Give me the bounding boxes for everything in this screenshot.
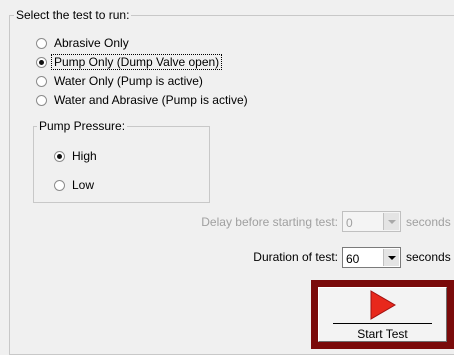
radio-water-and-abrasive[interactable]: Water and Abrasive (Pump is active) <box>36 92 248 108</box>
radio-label: Water Only (Pump is active) <box>54 74 203 88</box>
duration-value: 60 <box>346 252 360 266</box>
radio-button-icon[interactable] <box>36 75 47 87</box>
radio-label: Abrasive Only <box>54 36 129 50</box>
radio-label: High <box>72 149 97 163</box>
radio-button-icon[interactable] <box>54 179 65 191</box>
radio-button-selected-icon[interactable] <box>36 56 47 68</box>
chevron-down-icon[interactable] <box>383 249 399 266</box>
radio-pump-only[interactable]: Pump Only (Dump Valve open) <box>36 54 223 70</box>
radio-water-only[interactable]: Water Only (Pump is active) <box>36 73 203 89</box>
chevron-down-icon[interactable] <box>383 213 399 230</box>
radio-label: Water and Abrasive (Pump is active) <box>54 93 248 107</box>
radio-pressure-low[interactable]: Low <box>54 177 94 193</box>
delay-label: Delay before starting test: <box>201 215 338 229</box>
radio-button-icon[interactable] <box>36 37 47 49</box>
start-test-button[interactable]: Start Test <box>318 287 447 342</box>
radio-abrasive-only[interactable]: Abrasive Only <box>36 35 129 51</box>
duration-unit: seconds <box>406 250 451 264</box>
start-test-label: Start Test <box>357 327 408 341</box>
delay-unit: seconds <box>406 215 451 229</box>
radio-button-icon[interactable] <box>36 94 47 106</box>
start-test-separator <box>333 323 432 324</box>
duration-label: Duration of test: <box>253 250 338 264</box>
pump-pressure-legend: Pump Pressure: <box>37 119 128 133</box>
radio-pressure-high[interactable]: High <box>54 148 97 164</box>
delay-select[interactable]: 0 <box>342 211 401 232</box>
radio-label: Pump Only (Dump Valve open) <box>51 54 223 70</box>
test-selection-legend: Select the test to run: <box>14 8 132 22</box>
play-arrow-icon <box>370 290 396 320</box>
duration-select[interactable]: 60 <box>342 247 401 268</box>
start-test-frame: Start Test <box>311 280 454 349</box>
radio-label: Low <box>72 178 95 192</box>
delay-value: 0 <box>346 216 353 230</box>
radio-button-selected-icon[interactable] <box>54 150 65 162</box>
